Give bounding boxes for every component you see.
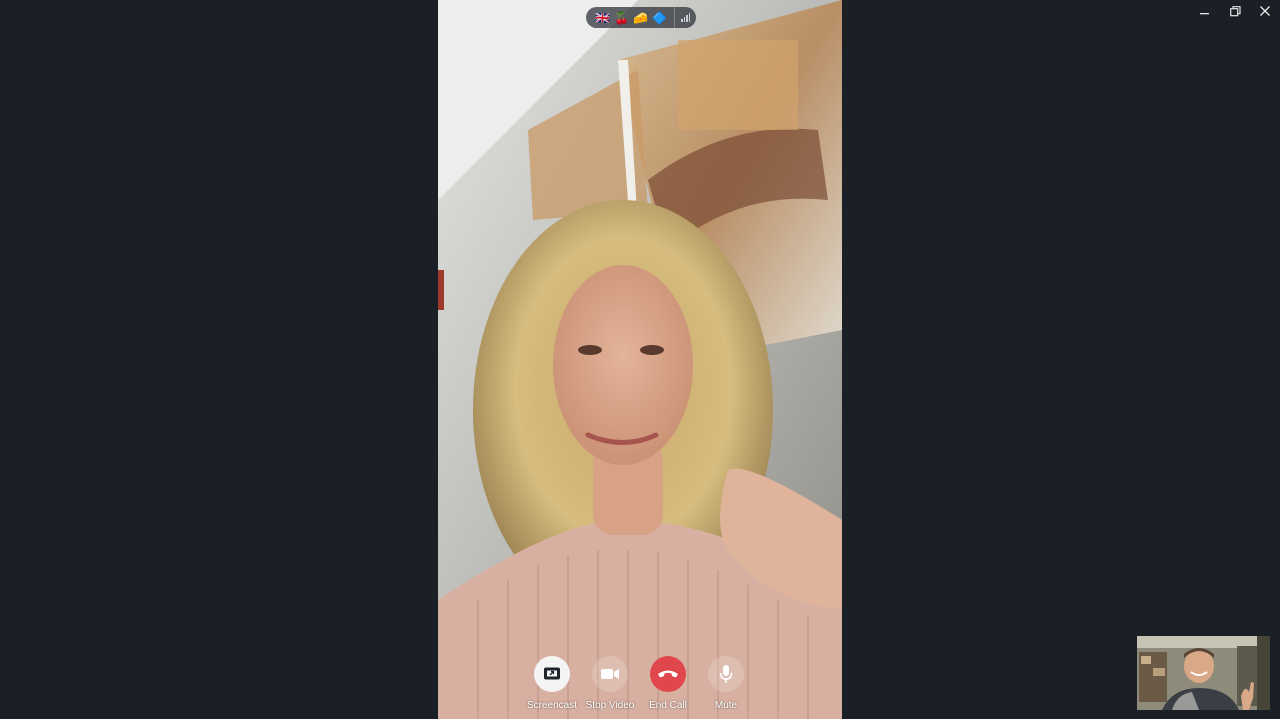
- self-video-image: [1137, 636, 1270, 710]
- encryption-emoji: 🧀: [633, 10, 648, 25]
- end-call-circle: [650, 656, 686, 692]
- call-controls: Screencast Stop Video End Call Mute: [527, 656, 751, 711]
- microphone-icon: [719, 665, 733, 683]
- encryption-key-pill[interactable]: 🇬🇧 🍒 🧀 🔷: [586, 7, 696, 28]
- call-window: 🇬🇧 🍒 🧀 🔷 Screencast Stop Video End Call …: [0, 0, 1280, 719]
- screencast-icon: [544, 667, 560, 680]
- mute-circle: [708, 656, 744, 692]
- pill-divider: [674, 7, 675, 28]
- minimize-button[interactable]: [1190, 0, 1220, 22]
- close-icon: [1260, 6, 1270, 16]
- mute-button[interactable]: Mute: [701, 656, 751, 711]
- stop-video-label: Stop Video: [585, 700, 635, 711]
- remote-video-image: [438, 0, 842, 719]
- close-button[interactable]: [1250, 0, 1280, 22]
- remote-video-feed: [438, 0, 842, 719]
- restore-button[interactable]: [1220, 0, 1250, 22]
- window-controls: [1190, 0, 1280, 22]
- minimize-icon: [1200, 13, 1209, 15]
- end-call-label: End Call: [649, 700, 687, 711]
- mute-label: Mute: [714, 700, 738, 711]
- encryption-emoji: 🍒: [614, 10, 629, 25]
- self-video-preview[interactable]: [1137, 636, 1270, 710]
- encryption-emoji: 🇬🇧: [595, 10, 610, 25]
- end-call-button[interactable]: End Call: [643, 656, 693, 711]
- stop-video-circle: [592, 656, 628, 692]
- phone-hangup-icon: [658, 670, 678, 678]
- restore-icon: [1229, 5, 1241, 16]
- screencast-circle: [534, 656, 570, 692]
- camera-icon: [601, 669, 619, 679]
- screencast-button[interactable]: Screencast: [527, 656, 577, 711]
- encryption-emoji: 🔷: [652, 10, 667, 25]
- stop-video-button[interactable]: Stop Video: [585, 656, 635, 711]
- signal-bars-icon: [681, 13, 690, 22]
- screencast-label: Screencast: [526, 700, 578, 711]
